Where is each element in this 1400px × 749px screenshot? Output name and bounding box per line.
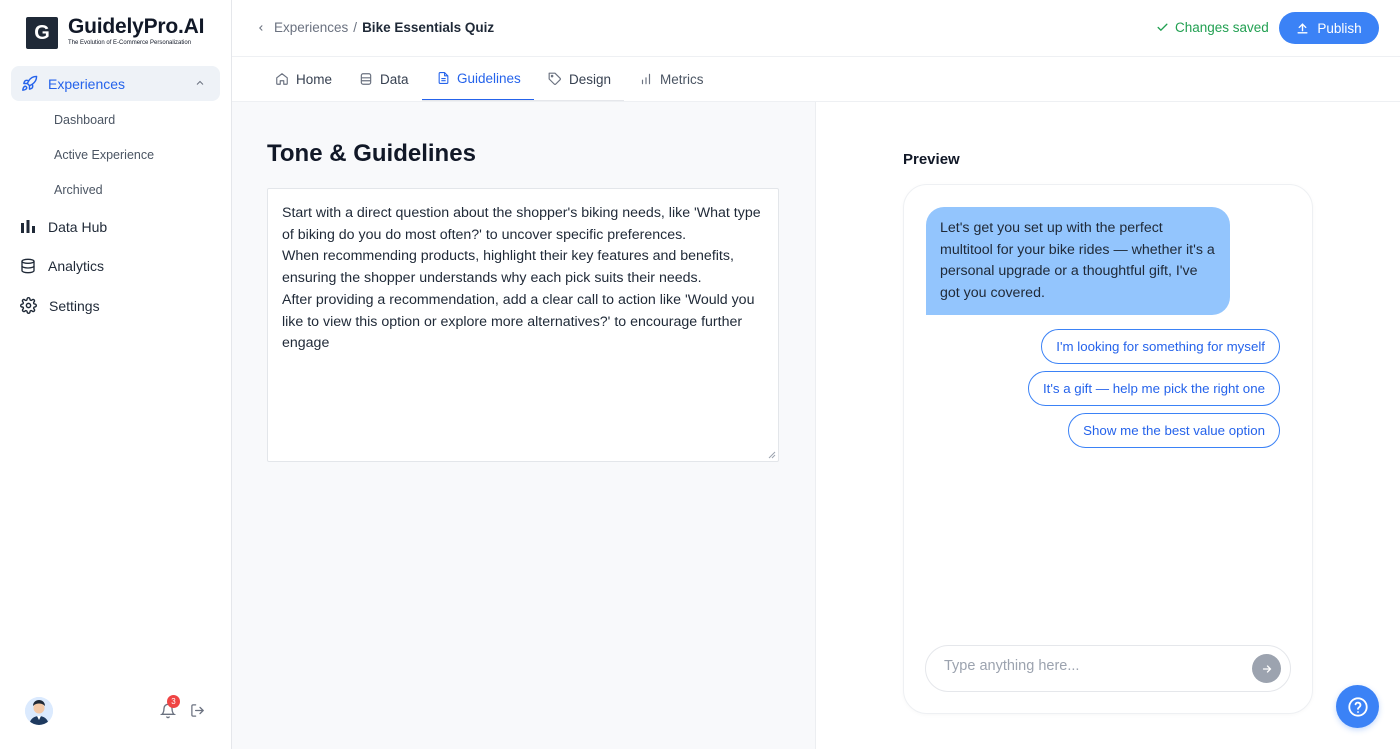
tag-icon	[548, 72, 562, 86]
guidelines-textarea[interactable]: Start with a direct question about the s…	[268, 189, 778, 461]
sidebar-item-experiences[interactable]: Experiences	[11, 66, 220, 101]
publish-button[interactable]: Publish	[1279, 12, 1379, 44]
bar-chart-icon	[639, 72, 653, 86]
tab-divider	[422, 100, 624, 101]
choice-button[interactable]: I'm looking for something for myself	[1041, 329, 1280, 364]
notification-badge: 3	[167, 695, 180, 708]
brand-logo[interactable]: G GuidelyPro.AI The Evolution of E-Comme…	[26, 15, 205, 49]
resize-handle-icon[interactable]	[768, 451, 776, 459]
sidebar-item-label: Settings	[49, 297, 100, 314]
sidebar-item-label: Data Hub	[48, 219, 108, 235]
database-icon	[20, 258, 36, 274]
breadcrumb-current: Bike Essentials Quiz	[362, 20, 495, 35]
breadcrumb-parent[interactable]: Experiences	[274, 20, 348, 35]
preview-panel: Preview Let's get you set up with the pe…	[816, 102, 1400, 749]
help-button[interactable]	[1336, 685, 1379, 728]
gear-icon	[20, 297, 37, 314]
chat-preview: Let's get you set up with the perfect mu…	[903, 184, 1313, 714]
page-title: Tone & Guidelines	[267, 140, 476, 167]
subnav-archived[interactable]: Archived	[54, 183, 103, 197]
subnav-active-experience[interactable]: Active Experience	[54, 148, 154, 162]
bar-chart-icon	[20, 219, 36, 235]
breadcrumb: Experiences / Bike Essentials Quiz	[256, 20, 494, 35]
guidelines-editor: Start with a direct question about the s…	[267, 188, 779, 462]
sidebar-footer: 3	[0, 689, 232, 749]
send-button[interactable]	[1252, 654, 1281, 683]
tab-label: Home	[296, 71, 333, 87]
logout-icon[interactable]	[190, 703, 205, 718]
choice-button[interactable]: It's a gift — help me pick the right one	[1027, 371, 1280, 406]
check-icon	[1156, 21, 1169, 34]
guidelines-panel: Tone & Guidelines Start with a direct qu…	[232, 102, 816, 749]
bot-message: Let's get you set up with the perfect mu…	[926, 207, 1230, 315]
avatar[interactable]	[25, 697, 53, 725]
brand-tagline: The Evolution of E-Commerce Personalizat…	[68, 40, 192, 46]
tab-guidelines[interactable]: Guidelines	[422, 57, 534, 101]
upload-icon	[1296, 22, 1309, 35]
help-icon	[1347, 696, 1369, 718]
chevron-up-icon[interactable]	[194, 77, 206, 89]
logo-text: GuidelyPro.AI The Evolution of E-Commerc…	[68, 15, 205, 46]
tab-label: Metrics	[660, 71, 704, 87]
tab-label: Data	[380, 71, 409, 87]
top-header: Experiences / Bike Essentials Quiz Chang…	[232, 0, 1400, 57]
sidebar-item-label: Experiences	[48, 75, 126, 92]
save-status: Changes saved	[1156, 20, 1269, 35]
database-icon	[359, 72, 373, 86]
sidebar-item-data-hub[interactable]: Data Hub	[20, 219, 107, 235]
tab-design[interactable]: Design	[548, 57, 611, 101]
tab-label: Design	[569, 71, 612, 87]
publish-label: Publish	[1317, 20, 1362, 36]
preview-title: Preview	[903, 151, 960, 168]
tab-home[interactable]: Home	[275, 57, 332, 101]
rocket-icon	[21, 75, 38, 92]
tab-metrics[interactable]: Metrics	[639, 57, 704, 101]
chat-input-container	[925, 645, 1291, 692]
sidebar-item-settings[interactable]: Settings	[20, 297, 100, 314]
arrow-right-icon	[1261, 663, 1273, 675]
breadcrumb-separator: /	[353, 20, 358, 35]
document-icon	[437, 71, 450, 85]
tab-bar: Home Data Guidelines Design Metrics	[232, 57, 1400, 102]
tab-label: Guidelines	[457, 70, 521, 86]
brand-name: GuidelyPro.AI	[68, 15, 205, 38]
sidebar: G GuidelyPro.AI The Evolution of E-Comme…	[0, 0, 232, 749]
sidebar-item-label: Analytics	[48, 258, 105, 274]
choice-button[interactable]: Show me the best value option	[1068, 413, 1280, 448]
tab-data[interactable]: Data	[359, 57, 409, 101]
sidebar-item-analytics[interactable]: Analytics	[20, 258, 104, 274]
save-status-label: Changes saved	[1175, 20, 1269, 35]
chat-input[interactable]	[944, 658, 1234, 674]
subnav-dashboard[interactable]: Dashboard	[54, 113, 115, 127]
chevron-left-icon[interactable]	[256, 23, 266, 33]
logo-mark: G	[26, 17, 58, 49]
home-icon	[275, 72, 289, 86]
